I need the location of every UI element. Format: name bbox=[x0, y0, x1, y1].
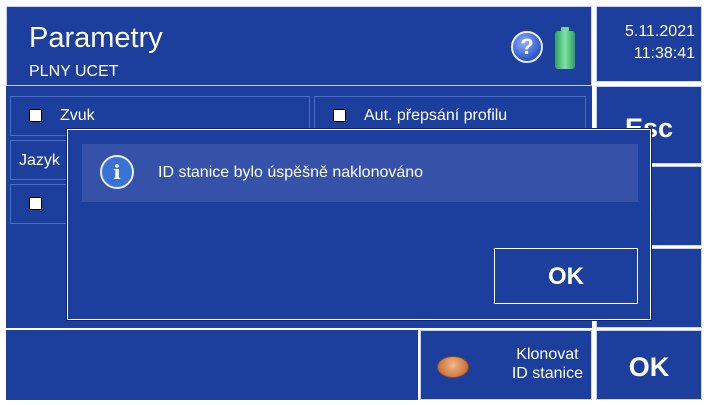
account-subtitle: PLNY UCET bbox=[29, 63, 119, 80]
auto-overwrite-label: Aut. přepsání profilu bbox=[364, 107, 508, 124]
clone-station-id-button[interactable]: Klonovat ID stanice bbox=[420, 330, 592, 400]
date-text: 5.11.2021 bbox=[625, 23, 695, 40]
datetime-display: 5.11.2021 11:38:41 bbox=[596, 6, 702, 82]
dialog-message: ID stanice bylo úspěšně naklonováno bbox=[158, 164, 424, 181]
time-text: 11:38:41 bbox=[633, 45, 695, 62]
sound-checkbox[interactable] bbox=[29, 109, 42, 123]
footer-bar bbox=[6, 330, 418, 400]
coin-icon bbox=[437, 356, 469, 378]
ok-button[interactable]: OK bbox=[596, 330, 702, 400]
screen: Parametry PLNY UCET ? 5.11.2021 11:38:41… bbox=[0, 0, 706, 405]
auto-overwrite-checkbox[interactable] bbox=[333, 109, 346, 123]
dialog-ok-button[interactable]: OK bbox=[494, 248, 638, 304]
help-icon[interactable]: ? bbox=[511, 31, 543, 63]
clone-button-label: Klonovat ID stanice bbox=[511, 346, 583, 382]
battery-icon bbox=[555, 27, 575, 69]
third-checkbox[interactable] bbox=[29, 197, 42, 211]
sound-label: Zvuk bbox=[60, 107, 95, 124]
page-title: Parametry bbox=[29, 22, 163, 54]
language-label: Jazyk bbox=[19, 152, 60, 169]
message-bar: i ID stanice bylo úspěšně naklonováno bbox=[82, 144, 638, 202]
info-dialog: i ID stanice bylo úspěšně naklonováno OK bbox=[66, 128, 652, 321]
header-panel: Parametry PLNY UCET ? bbox=[6, 6, 592, 86]
info-icon: i bbox=[100, 155, 134, 189]
